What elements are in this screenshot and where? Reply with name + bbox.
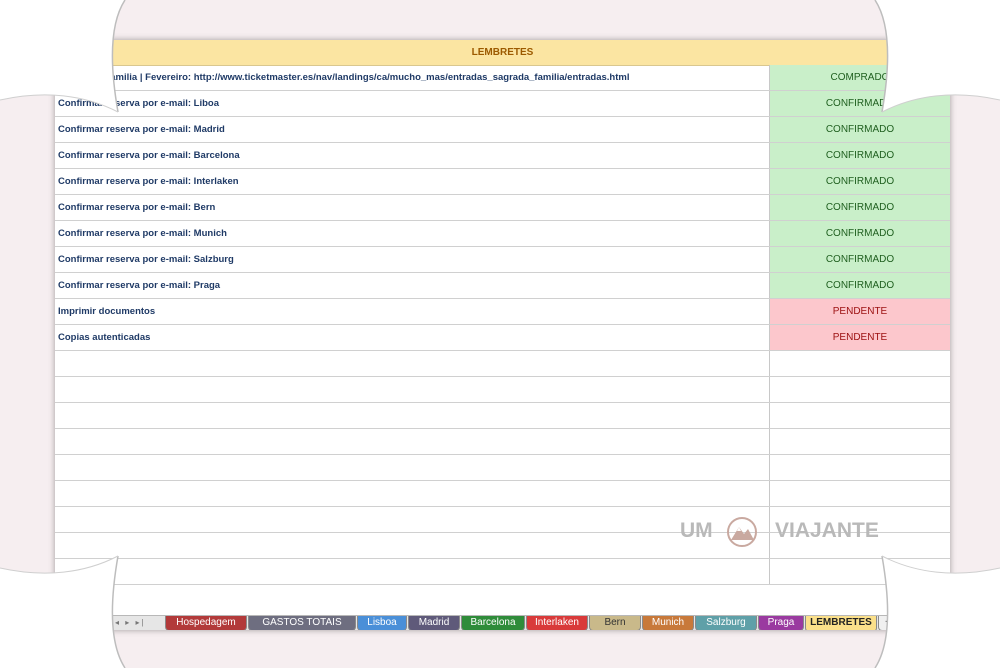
task-cell[interactable]: Confirmar reserva por e-mail: Salzburg: [55, 247, 770, 272]
table-row: Confirmar reserva por e-mail: Munich CONF…: [55, 221, 950, 247]
empty-status-cell[interactable]: [770, 403, 950, 428]
table-row: Confirmar reserva por e-mail: Bern CONFIR…: [55, 195, 950, 221]
task-cell[interactable]: Confirmar reserva por e-mail: Madrid: [55, 117, 770, 142]
task-cell[interactable]: Confirmar reserva por e-mail: Munich: [55, 221, 770, 246]
empty-task-cell[interactable]: [55, 507, 770, 532]
sheet-tab[interactable]: Praga: [758, 616, 804, 630]
empty-row: [55, 429, 950, 455]
sheet-tab[interactable]: Hospedagem: [165, 616, 247, 630]
status-cell[interactable]: CONFIRMADO: [770, 117, 950, 142]
status-cell[interactable]: CONFIRMADO: [770, 143, 950, 168]
status-cell[interactable]: PENDENTE: [770, 325, 950, 350]
task-cell[interactable]: Confirmar reserva por e-mail: Praga: [55, 273, 770, 298]
empty-task-cell[interactable]: [55, 559, 770, 584]
table-row: Confirmar reserva por e-mail: Barcelona C…: [55, 143, 950, 169]
empty-task-cell[interactable]: [55, 429, 770, 454]
table-row: r Sagrada Familia | Fevereiro: http://ww…: [55, 65, 950, 91]
empty-task-cell[interactable]: [55, 481, 770, 506]
status-cell[interactable]: CONFIRMADO: [770, 247, 950, 272]
status-cell[interactable]: CONFIRMADO: [770, 273, 950, 298]
status-cell[interactable]: PENDENTE: [770, 299, 950, 324]
task-cell[interactable]: Copias autenticadas: [55, 325, 770, 350]
sheet-tab[interactable]: GASTOS TOTAIS: [248, 616, 356, 630]
task-cell[interactable]: Confirmar reserva por e-mail: Liboa: [55, 91, 770, 116]
empty-status-cell[interactable]: [770, 429, 950, 454]
empty-row: [55, 377, 950, 403]
table-row: Confirmar reserva por e-mail: Liboa CONFI…: [55, 91, 950, 117]
empty-status-cell[interactable]: [770, 351, 950, 376]
watermark-text-left: UM: [680, 519, 713, 542]
sheet-tab[interactable]: Munich: [642, 616, 694, 630]
sheet-tab[interactable]: LEMBRETES: [805, 616, 877, 630]
empty-task-cell[interactable]: [55, 351, 770, 376]
empty-row: [55, 351, 950, 377]
sheet-tab-bar: ◂ ▸ ▸| Hospedagem GASTOS TOTAIS Lisboa Madr…: [55, 615, 950, 630]
table-row: Copias autenticadas PENDENTE: [55, 325, 950, 351]
page-curl-top-right: [874, 0, 1000, 113]
empty-row: [55, 403, 950, 429]
task-cell[interactable]: r Sagrada Familia | Fevereiro: http://ww…: [55, 65, 770, 90]
sheet-tab[interactable]: Bern: [589, 616, 641, 630]
empty-status-cell[interactable]: [770, 377, 950, 402]
table-row: Imprimir documentos PENDENTE: [55, 299, 950, 325]
empty-task-cell[interactable]: [55, 455, 770, 480]
empty-row: [55, 481, 950, 507]
empty-status-cell[interactable]: [770, 455, 950, 480]
watermark-logo: UM VIAJANTE: [680, 516, 879, 556]
page-curl-top-left: [0, 0, 126, 113]
sheet-tab[interactable]: Salzburg: [695, 616, 757, 630]
sheet-tab[interactable]: Lisboa: [357, 616, 407, 630]
table-row: Confirmar reserva por e-mail: Interlaken…: [55, 169, 950, 195]
status-cell[interactable]: CONFIRMADO: [770, 195, 950, 220]
task-cell[interactable]: Confirmar reserva por e-mail: Bern: [55, 195, 770, 220]
task-cell[interactable]: Confirmar reserva por e-mail: Barcelona: [55, 143, 770, 168]
page-curl-bottom-left: [0, 555, 126, 668]
status-cell[interactable]: CONFIRMADO: [770, 221, 950, 246]
page-curl-bottom-right: [874, 555, 1000, 668]
sheet-tab[interactable]: Interlaken: [526, 616, 588, 630]
empty-status-cell[interactable]: [770, 481, 950, 506]
empty-task-cell[interactable]: [55, 533, 770, 558]
empty-task-cell[interactable]: [55, 403, 770, 428]
empty-row: [55, 455, 950, 481]
sheet-header: LEMBRETES: [55, 40, 950, 66]
table-row: Confirmar reserva por e-mail: Madrid CONF…: [55, 117, 950, 143]
task-cell[interactable]: Imprimir documentos: [55, 299, 770, 324]
empty-task-cell[interactable]: [55, 377, 770, 402]
sheet-tab[interactable]: Barcelona: [461, 616, 525, 630]
status-cell[interactable]: CONFIRMADO: [770, 169, 950, 194]
empty-row: [55, 559, 950, 585]
table-row: Confirmar reserva por e-mail: Salzburg CO…: [55, 247, 950, 273]
watermark-text-right: VIAJANTE: [775, 519, 879, 542]
sheet-tab[interactable]: Madrid: [408, 616, 460, 630]
mountain-logo-icon: [727, 517, 757, 547]
task-cell[interactable]: Confirmar reserva por e-mail: Interlaken: [55, 169, 770, 194]
sheet-header-title: LEMBRETES: [471, 47, 534, 58]
table-row: Confirmar reserva por e-mail: Praga CONFI…: [55, 273, 950, 299]
